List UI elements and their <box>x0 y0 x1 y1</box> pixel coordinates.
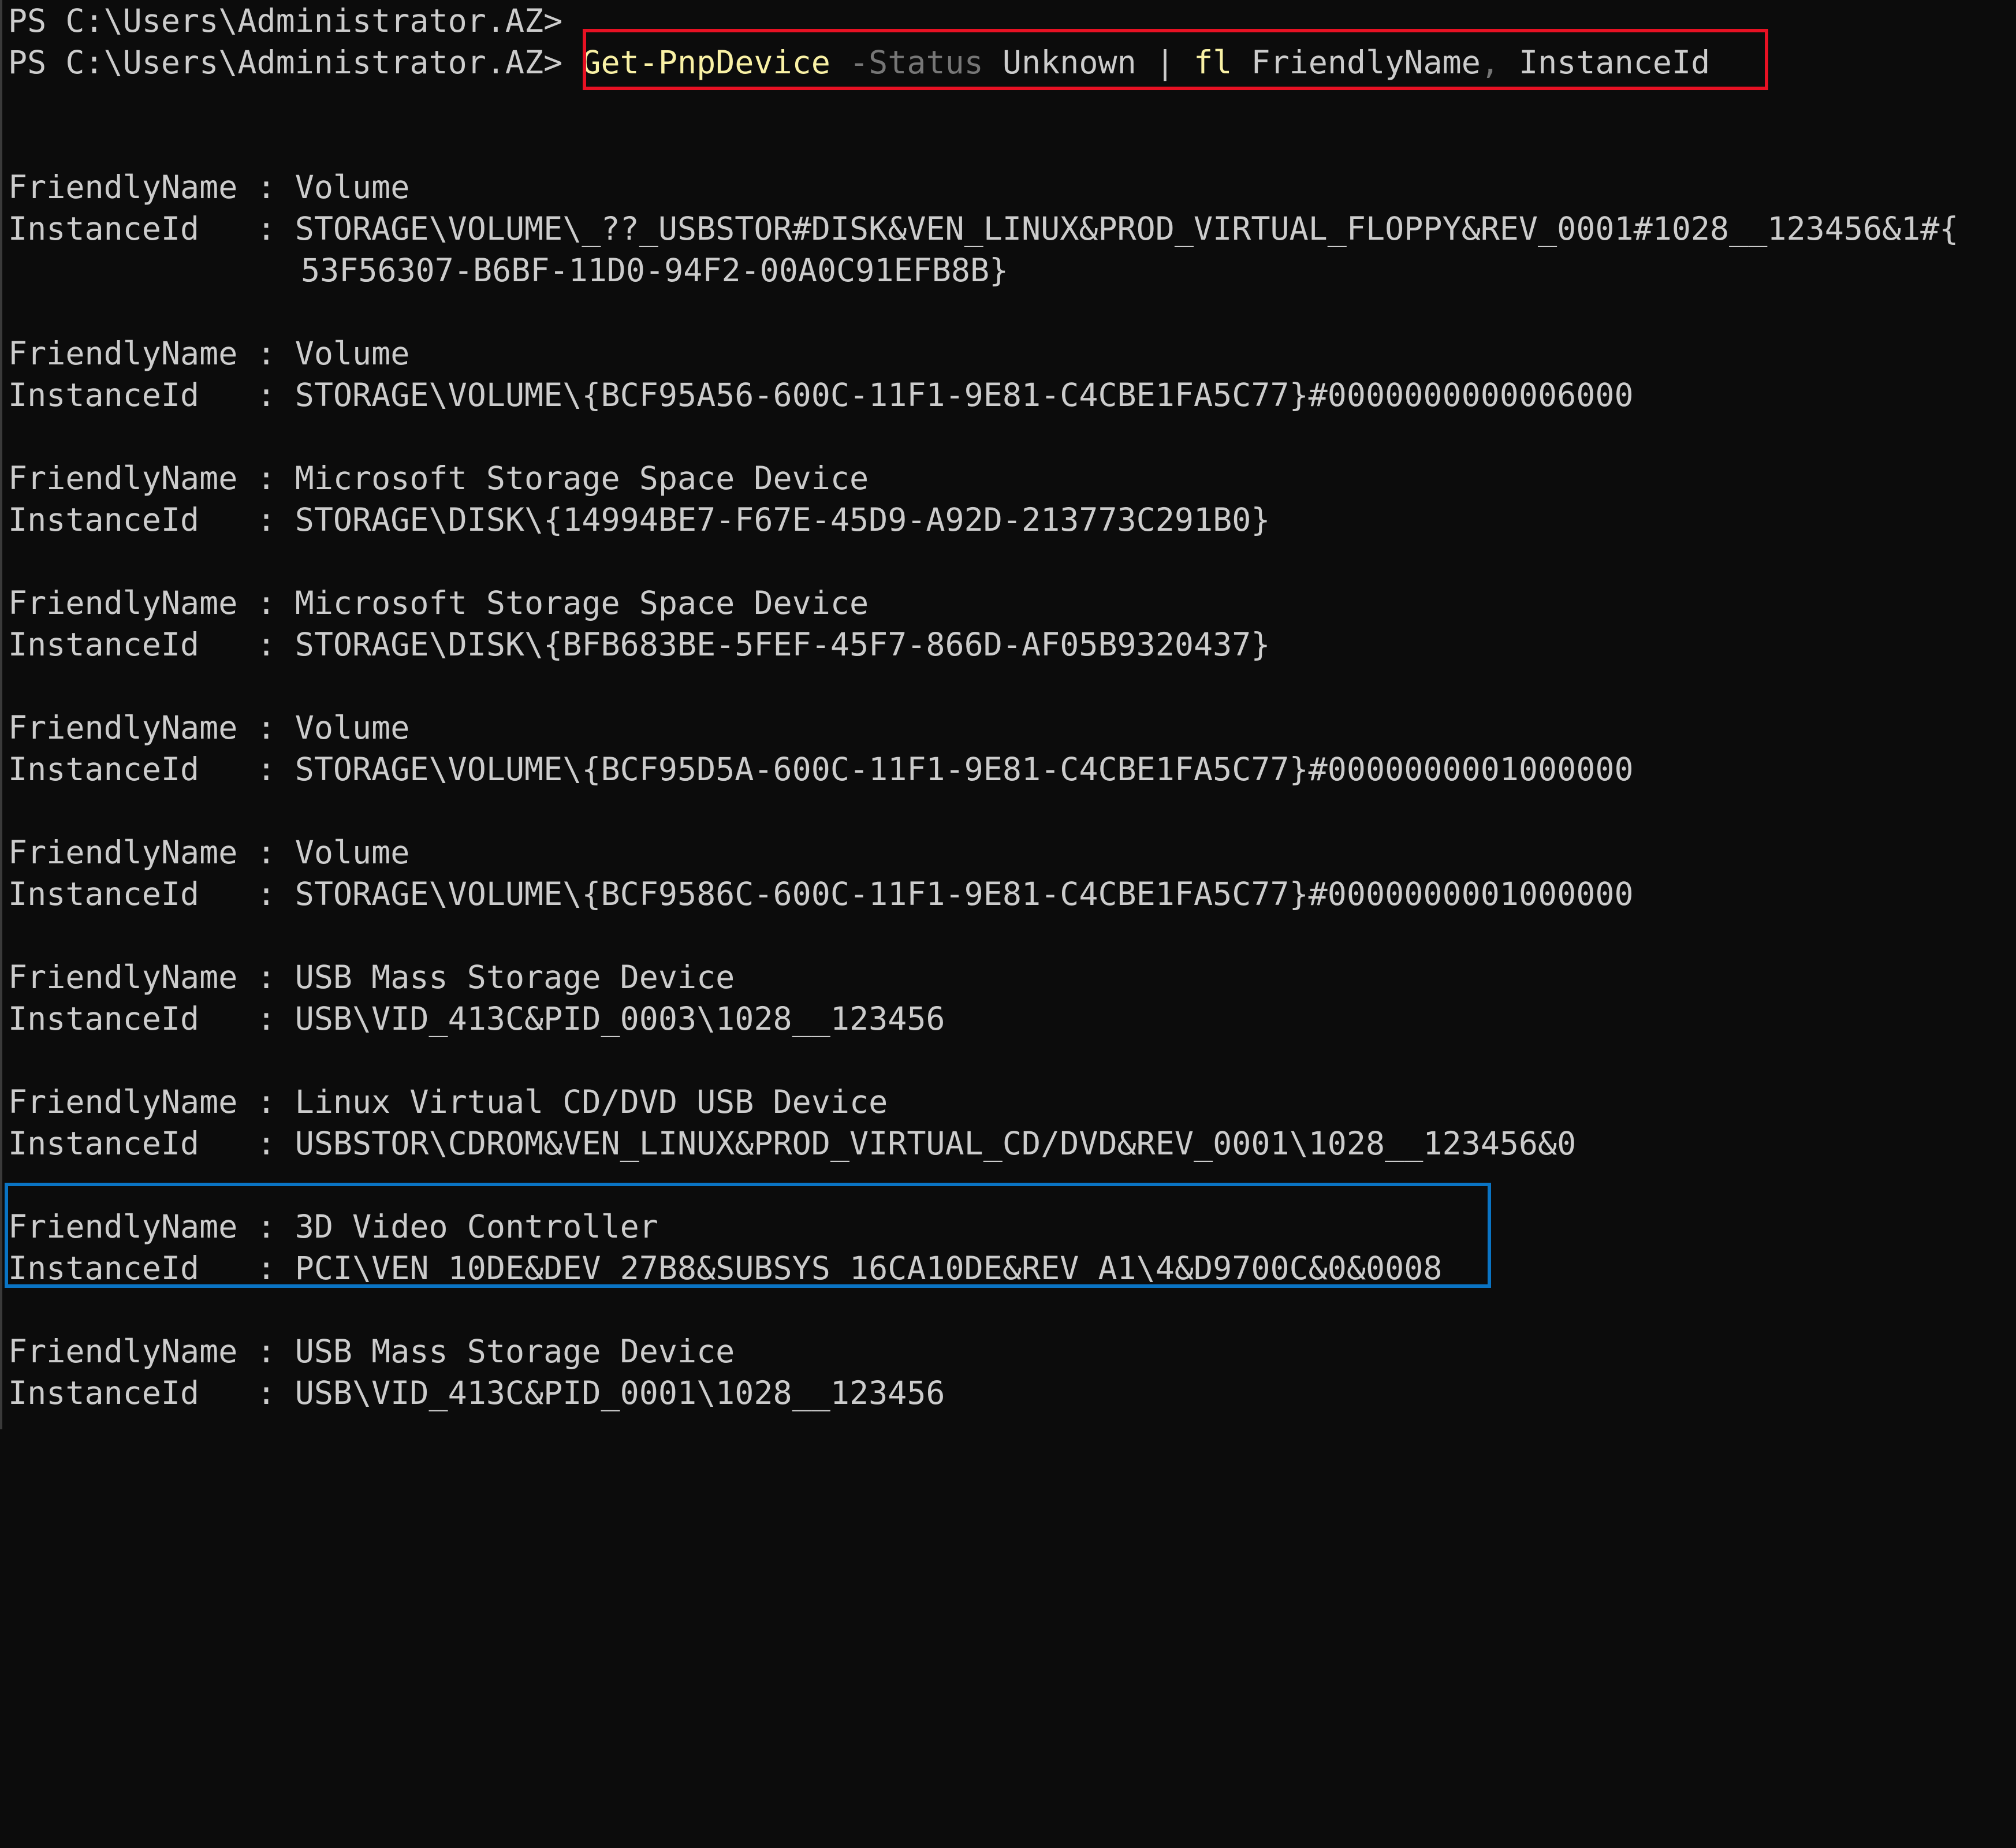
instance-id-value: STORAGE\VOLUME\{BCF95D5A-600C-11F1-9E81-… <box>295 751 1634 788</box>
command-property-2: InstanceId <box>1519 44 1711 81</box>
friendly-name-value: Microsoft Storage Space Device <box>295 584 869 621</box>
prompt-line-2[interactable]: PS C:\Users\Administrator.AZ> Get-PnpDev… <box>8 42 1710 83</box>
prompt-text: PS C:\Users\Administrator.AZ> <box>8 44 563 81</box>
device-instance-id-continuation: 53F56307-B6BF-11D0-94F2-00A0C91EFB8B} <box>301 249 1008 291</box>
command-comma: , <box>1480 44 1500 81</box>
instance-id-label: InstanceId : <box>8 1000 295 1037</box>
instance-id-label: InstanceId : <box>8 501 295 538</box>
instance-id-value: STORAGE\DISK\{14994BE7-F67E-45D9-A92D-21… <box>295 501 1270 538</box>
instance-id-value: USB\VID_413C&PID_0001\1028__123456 <box>295 1374 945 1411</box>
instance-id-label: InstanceId : <box>8 210 295 247</box>
powershell-terminal[interactable]: PS C:\Users\Administrator.AZ> PS C:\User… <box>0 0 2016 1429</box>
device-instance-id-line: InstanceId : USB\VID_413C&PID_0001\1028_… <box>8 1372 945 1414</box>
friendly-name-label: FriendlyName : <box>8 1208 295 1245</box>
friendly-name-value: USB Mass Storage Device <box>295 959 735 996</box>
device-instance-id-line: InstanceId : PCI\VEN_10DE&DEV_27B8&SUBSY… <box>8 1247 1442 1289</box>
instance-id-label: InstanceId : <box>8 875 295 912</box>
device-friendly-name-line: FriendlyName : Linux Virtual CD/DVD USB … <box>8 1081 888 1123</box>
device-friendly-name-line: FriendlyName : Microsoft Storage Space D… <box>8 582 869 624</box>
instance-id-value: STORAGE\VOLUME\_??_USBSTOR#DISK&VEN_LINU… <box>295 210 1959 247</box>
instance-id-label: InstanceId : <box>8 1125 295 1162</box>
device-instance-id-line: InstanceId : STORAGE\DISK\{14994BE7-F67E… <box>8 499 1270 541</box>
device-instance-id-line: InstanceId : STORAGE\DISK\{BFB683BE-5FEF… <box>8 624 1270 665</box>
instance-id-value: STORAGE\VOLUME\{BCF95A56-600C-11F1-9E81-… <box>295 377 1634 413</box>
friendly-name-value: Volume <box>295 709 410 746</box>
friendly-name-label: FriendlyName : <box>8 1083 295 1120</box>
instance-id-value: PCI\VEN_10DE&DEV_27B8&SUBSYS_16CA10DE&RE… <box>295 1250 1443 1287</box>
instance-id-label: InstanceId : <box>8 626 295 663</box>
instance-id-label: InstanceId : <box>8 751 295 788</box>
friendly-name-label: FriendlyName : <box>8 169 295 206</box>
instance-id-label: InstanceId : <box>8 1374 295 1411</box>
device-friendly-name-line: FriendlyName : Microsoft Storage Space D… <box>8 457 869 499</box>
device-friendly-name-line: FriendlyName : 3D Video Controller <box>8 1206 658 1247</box>
prompt-line-1: PS C:\Users\Administrator.AZ> <box>8 0 562 42</box>
command-argument: Unknown <box>1002 44 1136 81</box>
friendly-name-value: Linux Virtual CD/DVD USB Device <box>295 1083 888 1120</box>
command-property-1: FriendlyName <box>1251 44 1481 81</box>
device-instance-id-line: InstanceId : STORAGE\VOLUME\{BCF95A56-60… <box>8 374 1634 416</box>
instance-id-value-cont: 53F56307-B6BF-11D0-94F2-00A0C91EFB8B} <box>301 252 1009 289</box>
device-friendly-name-line: FriendlyName : Volume <box>8 333 409 374</box>
instance-id-label: InstanceId : <box>8 1250 295 1287</box>
friendly-name-value: Volume <box>295 169 410 206</box>
command-parameter: -Status <box>849 44 983 81</box>
command-cmdlet: Get-PnpDevice <box>582 44 830 81</box>
friendly-name-label: FriendlyName : <box>8 335 295 372</box>
instance-id-label: InstanceId : <box>8 377 295 413</box>
friendly-name-value: Volume <box>295 335 410 372</box>
friendly-name-label: FriendlyName : <box>8 1333 295 1370</box>
device-instance-id-line: InstanceId : STORAGE\VOLUME\{BCF95D5A-60… <box>8 748 1634 790</box>
command-pipe: | <box>1155 44 1175 81</box>
device-friendly-name-line: FriendlyName : Volume <box>8 707 409 748</box>
friendly-name-value: 3D Video Controller <box>295 1208 658 1245</box>
friendly-name-label: FriendlyName : <box>8 709 295 746</box>
device-instance-id-line: InstanceId : USBSTOR\CDROM&VEN_LINUX&PRO… <box>8 1123 1576 1164</box>
device-instance-id-line: InstanceId : STORAGE\VOLUME\_??_USBSTOR#… <box>8 208 1959 249</box>
friendly-name-label: FriendlyName : <box>8 959 295 996</box>
device-friendly-name-line: FriendlyName : Volume <box>8 166 409 208</box>
friendly-name-label: FriendlyName : <box>8 584 295 621</box>
device-friendly-name-line: FriendlyName : Volume <box>8 832 409 873</box>
command-alias: fl <box>1194 44 1232 81</box>
instance-id-value: USB\VID_413C&PID_0003\1028__123456 <box>295 1000 945 1037</box>
friendly-name-value: Volume <box>295 834 410 871</box>
device-instance-id-line: InstanceId : USB\VID_413C&PID_0003\1028_… <box>8 998 945 1040</box>
prompt-text: PS C:\Users\Administrator.AZ> <box>8 2 563 39</box>
friendly-name-value: USB Mass Storage Device <box>295 1333 735 1370</box>
friendly-name-label: FriendlyName : <box>8 460 295 497</box>
instance-id-value: STORAGE\VOLUME\{BCF9586C-600C-11F1-9E81-… <box>295 875 1634 912</box>
friendly-name-label: FriendlyName : <box>8 834 295 871</box>
device-instance-id-line: InstanceId : STORAGE\VOLUME\{BCF9586C-60… <box>8 873 1634 915</box>
instance-id-value: STORAGE\DISK\{BFB683BE-5FEF-45F7-866D-AF… <box>295 626 1270 663</box>
device-friendly-name-line: FriendlyName : USB Mass Storage Device <box>8 956 735 998</box>
friendly-name-value: Microsoft Storage Space Device <box>295 460 869 497</box>
device-friendly-name-line: FriendlyName : USB Mass Storage Device <box>8 1331 735 1372</box>
instance-id-value: USBSTOR\CDROM&VEN_LINUX&PROD_VIRTUAL_CD/… <box>295 1125 1577 1162</box>
